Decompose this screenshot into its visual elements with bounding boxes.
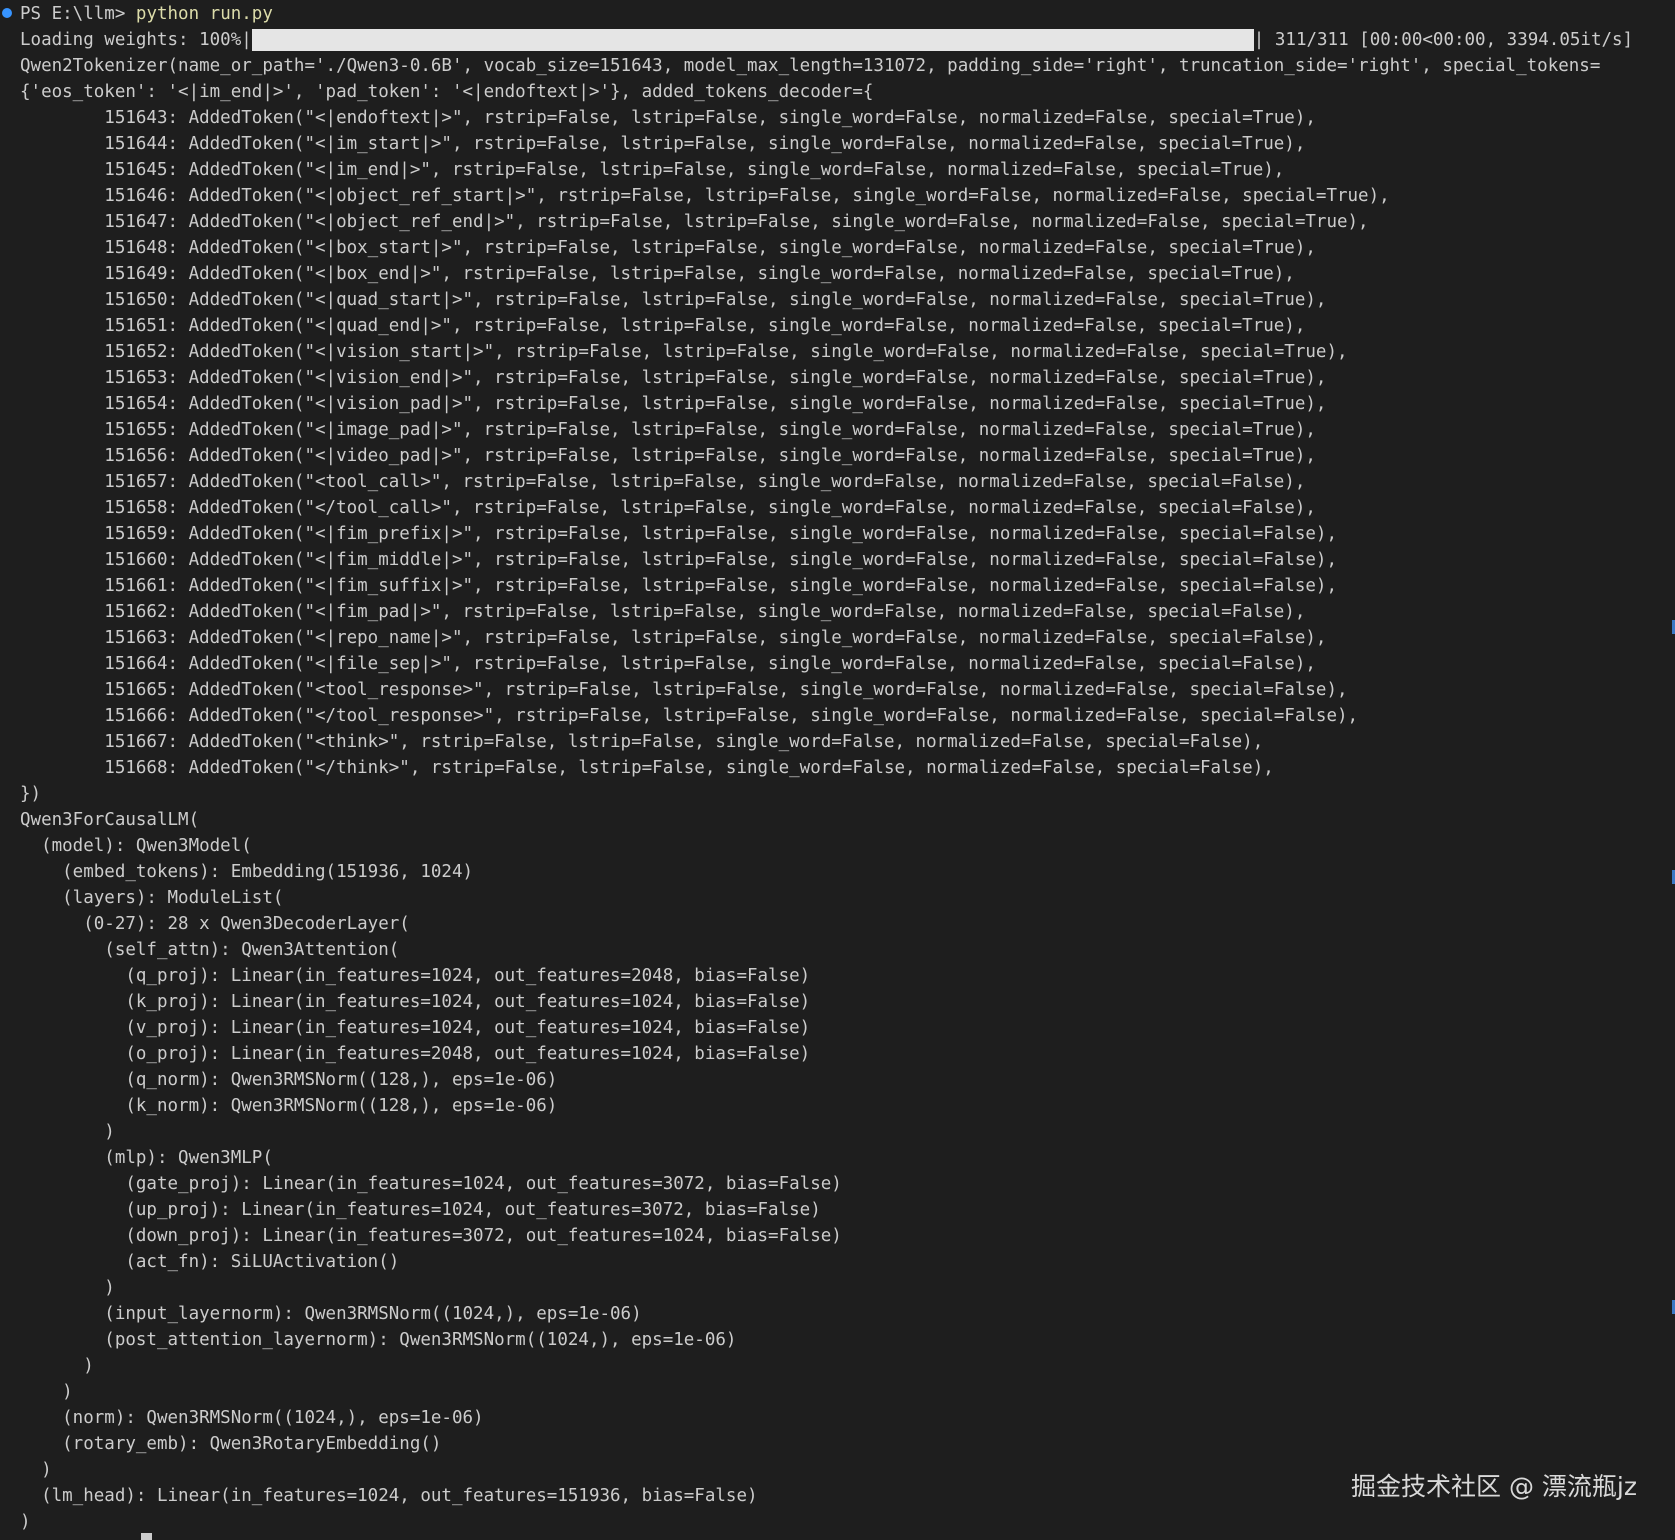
output-line: 151647: AddedToken("<|object_ref_end|>",… [20, 212, 1369, 232]
output-line: 151659: AddedToken("<|fim_prefix|>", rst… [20, 524, 1337, 544]
output-line: ) [20, 1122, 115, 1142]
output-line: 151668: AddedToken("</think>", rstrip=Fa… [20, 758, 1274, 778]
output-line: 151667: AddedToken("<think>", rstrip=Fal… [20, 732, 1264, 752]
output-line: 151658: AddedToken("</tool_call>", rstri… [20, 498, 1316, 518]
output-line: 151652: AddedToken("<|vision_start|>", r… [20, 342, 1348, 362]
terminal-output: Qwen2Tokenizer(name_or_path='./Qwen3-0.6… [0, 53, 1675, 1535]
output-line: }) [20, 784, 42, 804]
output-line: (k_proj): Linear(in_features=1024, out_f… [20, 992, 811, 1012]
prompt-command: python run.py [135, 4, 273, 24]
output-line: 151645: AddedToken("<|im_end|>", rstrip=… [20, 160, 1285, 180]
output-line: 151656: AddedToken("<|video_pad|>", rstr… [20, 446, 1316, 466]
output-line: 151655: AddedToken("<|image_pad|>", rstr… [20, 420, 1316, 440]
output-line: 151654: AddedToken("<|vision_pad|>", rst… [20, 394, 1327, 414]
output-line: 151650: AddedToken("<|quad_start|>", rst… [20, 290, 1327, 310]
prompt-path: PS E:\llm> [20, 4, 136, 24]
output-line: ) [20, 1512, 31, 1532]
output-line: 151648: AddedToken("<|box_start|>", rstr… [20, 238, 1316, 258]
output-line: 151661: AddedToken("<|fim_suffix|>", rst… [20, 576, 1337, 596]
output-line: (embed_tokens): Embedding(151936, 1024) [20, 862, 474, 882]
output-line: Qwen2Tokenizer(name_or_path='./Qwen3-0.6… [20, 56, 1601, 76]
output-line: 151651: AddedToken("<|quad_end|>", rstri… [20, 316, 1306, 336]
output-line: (rotary_emb): Qwen3RotaryEmbedding() [20, 1434, 442, 1454]
output-line: 151662: AddedToken("<|fim_pad|>", rstrip… [20, 602, 1306, 622]
output-line: (gate_proj): Linear(in_features=1024, ou… [20, 1174, 842, 1194]
output-line: (mlp): Qwen3MLP( [20, 1148, 273, 1168]
output-line: (q_norm): Qwen3RMSNorm((128,), eps=1e-06… [20, 1070, 558, 1090]
progress-bar-fill [251, 29, 1254, 51]
output-line: (o_proj): Linear(in_features=2048, out_f… [20, 1044, 811, 1064]
output-line: 151657: AddedToken("<tool_call>", rstrip… [20, 472, 1306, 492]
output-line: 151663: AddedToken("<|repo_name|>", rstr… [20, 628, 1327, 648]
output-line: 151664: AddedToken("<|file_sep|>", rstri… [20, 654, 1316, 674]
output-line: (post_attention_layernorm): Qwen3RMSNorm… [20, 1330, 737, 1350]
output-line: (input_layernorm): Qwen3RMSNorm((1024,),… [20, 1304, 642, 1324]
progress-label: Loading weights: 100%| [20, 30, 252, 50]
output-line: 151644: AddedToken("<|im_start|>", rstri… [20, 134, 1306, 154]
terminal-cursor [141, 1533, 152, 1540]
output-line: (up_proj): Linear(in_features=1024, out_… [20, 1200, 821, 1220]
progress-track [251, 27, 1254, 53]
output-line: 151665: AddedToken("<tool_response>", rs… [20, 680, 1348, 700]
output-line: ) [20, 1382, 73, 1402]
output-line: ) [20, 1356, 94, 1376]
progress-suffix: | 311/311 [00:00<00:00, 3394.05it/s] [1253, 30, 1634, 50]
watermark: 掘金技术社区 @ 漂流瓶jz [1351, 1472, 1637, 1501]
output-line: (down_proj): Linear(in_features=3072, ou… [20, 1226, 842, 1246]
output-line: ) [20, 1278, 115, 1298]
output-line: {'eos_token': '<|im_end|>', 'pad_token':… [20, 82, 874, 102]
output-line: (self_attn): Qwen3Attention( [20, 940, 400, 960]
prompt-line: PS E:\llm> python run.py [0, 1, 1675, 27]
output-line: 151666: AddedToken("</tool_response>", r… [20, 706, 1359, 726]
progress-line: Loading weights: 100%| | 311/311 [00:00<0… [0, 27, 1675, 53]
output-line: (layers): ModuleList( [20, 888, 284, 908]
output-line: (0-27): 28 x Qwen3DecoderLayer( [20, 914, 410, 934]
output-line: (v_proj): Linear(in_features=1024, out_f… [20, 1018, 811, 1038]
output-line: (norm): Qwen3RMSNorm((1024,), eps=1e-06) [20, 1408, 484, 1428]
terminal-window[interactable]: PS E:\llm> python run.py Loading weights… [0, 0, 1675, 1540]
output-line: 151660: AddedToken("<|fim_middle|>", rst… [20, 550, 1337, 570]
output-line: Qwen3ForCausalLM( [20, 810, 200, 830]
output-line: (model): Qwen3Model( [20, 836, 252, 856]
output-line: (q_proj): Linear(in_features=1024, out_f… [20, 966, 811, 986]
output-line: (k_norm): Qwen3RMSNorm((128,), eps=1e-06… [20, 1096, 558, 1116]
output-line: (act_fn): SiLUActivation() [20, 1252, 400, 1272]
prompt-status-dot-icon [2, 8, 12, 18]
output-line: 151643: AddedToken("<|endoftext|>", rstr… [20, 108, 1316, 128]
output-line: 151653: AddedToken("<|vision_end|>", rst… [20, 368, 1327, 388]
output-line: 151649: AddedToken("<|box_end|>", rstrip… [20, 264, 1295, 284]
output-line: 151646: AddedToken("<|object_ref_start|>… [20, 186, 1390, 206]
